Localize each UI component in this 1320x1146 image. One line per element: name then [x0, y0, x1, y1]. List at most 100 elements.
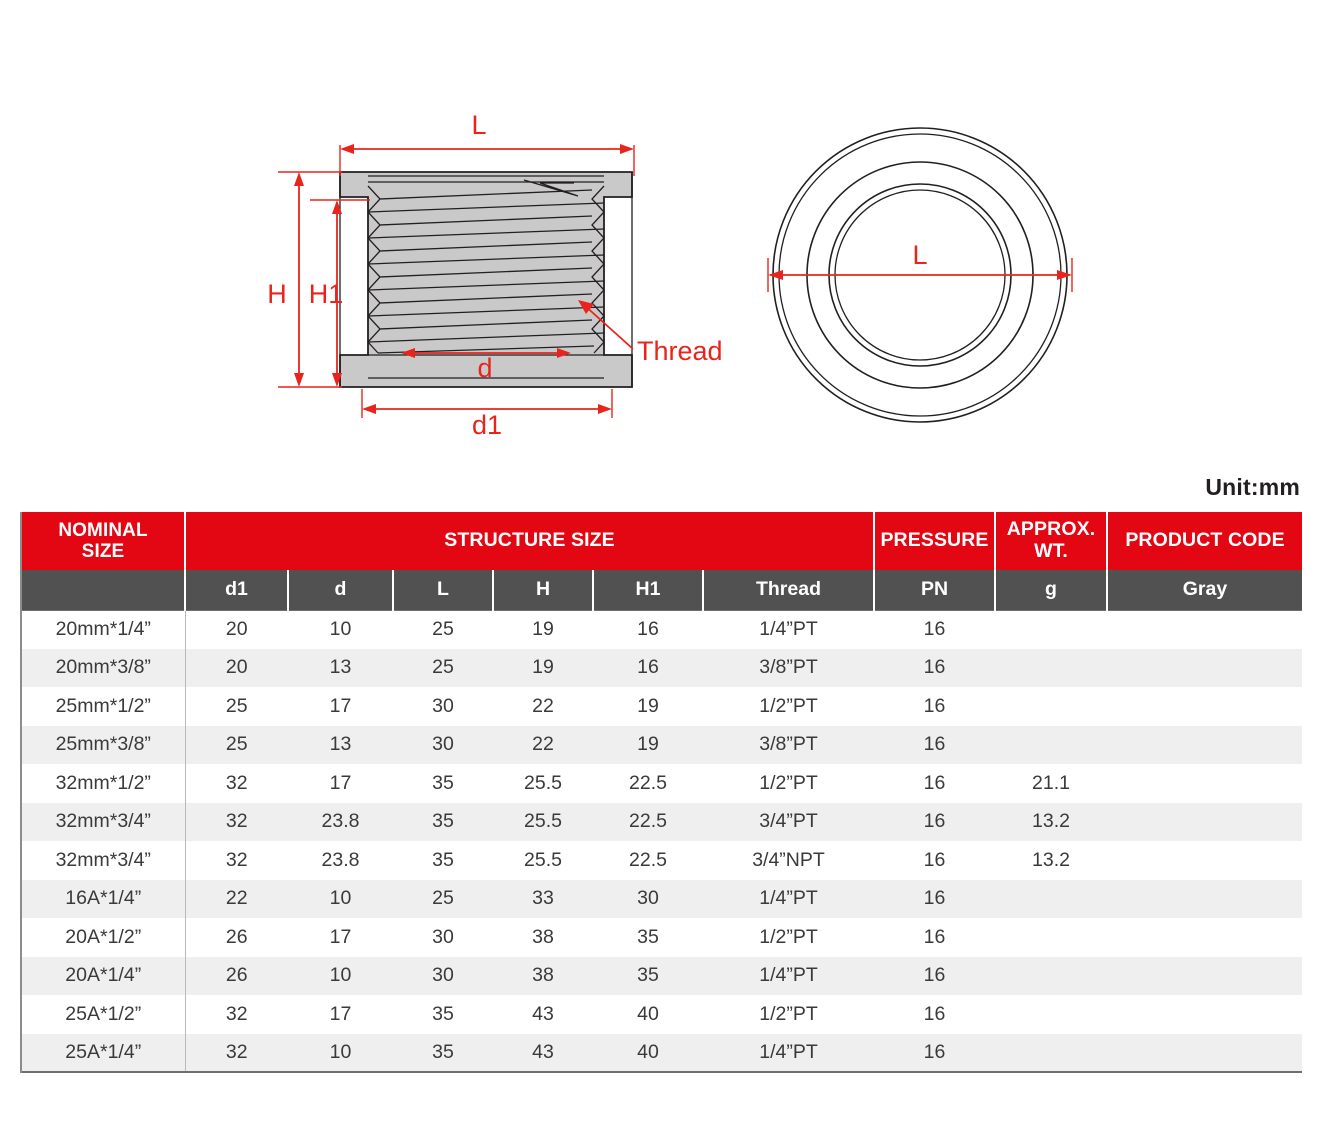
- cell-d: 23.8: [321, 810, 360, 833]
- cell-product-code: [1107, 609, 1302, 649]
- dimension-label-H1: H1: [309, 279, 344, 309]
- cell-d1: 32: [225, 771, 248, 794]
- cell-H: 25.5: [524, 771, 562, 794]
- subheader-g: g: [995, 570, 1108, 610]
- cell-thread: 3/4”PT: [759, 810, 818, 833]
- subheader-pn: PN: [874, 570, 996, 610]
- dimension-label-L-front: L: [912, 240, 927, 270]
- table-row: 25mm*3/8” 25 13 30 22 19 3/8”PT 16: [22, 725, 1302, 765]
- cell-H1: 35: [637, 925, 659, 948]
- cell-d: 17: [329, 1002, 352, 1025]
- cell-nominal-size: 20A*1/4”: [22, 956, 186, 995]
- cell-d: 10: [288, 609, 393, 649]
- cell-d: 13: [329, 656, 352, 679]
- cell-g: [995, 1033, 1107, 1073]
- cell-g: 13.2: [1032, 810, 1070, 833]
- table-row: 32mm*3/4” 32 23.8 35 25.5 22.5 3/4”NPT 16 13.2: [22, 841, 1302, 880]
- cell-product-code: [1107, 957, 1302, 996]
- cell-thread: 3/4”NPT: [752, 848, 825, 871]
- table-row: 20A*1/4” 26 10 30 38 35 1/4”PT 16: [22, 956, 1302, 996]
- cell-d1: 22: [225, 887, 248, 910]
- header-nominal-size-line2: SIZE: [81, 541, 125, 562]
- cell-H: 19: [532, 656, 554, 679]
- cell-pn: 16: [923, 1002, 946, 1025]
- cell-thread: 1/4”PT: [759, 964, 818, 987]
- cell-d1: 32: [225, 848, 248, 871]
- cell-nominal-size: 32mm*3/4”: [22, 802, 186, 841]
- cell-pn: 16: [923, 848, 946, 871]
- section-view: L H H1 d d1 Thread: [267, 110, 722, 440]
- cell-pn: 16: [923, 656, 946, 679]
- subheader-thread: Thread: [703, 570, 875, 610]
- cell-g: [995, 726, 1107, 765]
- cell-pn: 16: [923, 733, 946, 756]
- cell-thread: 3/8”PT: [759, 733, 818, 756]
- cell-L: 30: [432, 694, 454, 717]
- cell-d: 10: [329, 887, 352, 910]
- cell-thread: 1/2”PT: [759, 1002, 818, 1025]
- cell-d: 13: [329, 733, 352, 756]
- cell-d1: 20: [185, 609, 288, 649]
- cell-product-code: [1107, 841, 1302, 880]
- cell-g: [995, 687, 1107, 726]
- cell-pn: 16: [923, 925, 946, 948]
- cell-g: [995, 880, 1107, 919]
- cell-g: [995, 918, 1107, 957]
- cell-L: 30: [432, 925, 454, 948]
- cell-H: 38: [532, 964, 554, 987]
- cell-product-code: [1107, 880, 1302, 919]
- cell-g: [995, 995, 1107, 1034]
- cell-nominal-size: 20A*1/2”: [22, 918, 186, 957]
- subheader-gray: Gray: [1107, 570, 1302, 610]
- cell-H1: 40: [593, 1033, 703, 1073]
- subheader-d1: d1: [185, 570, 289, 610]
- drawing-svg: L H H1 d d1 Thread L: [267, 110, 1073, 440]
- cell-L: 35: [432, 810, 454, 833]
- cell-nominal-size: 32mm*3/4”: [22, 841, 186, 880]
- header-pressure: PRESSURE: [874, 512, 996, 570]
- cell-product-code: [1107, 803, 1302, 842]
- cell-H: 22: [532, 694, 554, 717]
- dimension-label-d: d: [477, 353, 492, 383]
- thread-callout-label: Thread: [637, 336, 723, 366]
- cell-product-code: [1107, 995, 1302, 1034]
- cell-L: 25: [393, 609, 493, 649]
- cell-L: 25: [432, 656, 454, 679]
- cell-H1: 35: [637, 964, 659, 987]
- dimension-label-d1: d1: [472, 410, 502, 440]
- table-subheader-row: d1 d L H H1 Thread PN g Gray: [22, 570, 1302, 610]
- cell-pn: 16: [923, 810, 946, 833]
- cell-L: 25: [432, 887, 454, 910]
- table-row: 25A*1/2” 32 17 35 43 40 1/2”PT 16: [22, 995, 1302, 1034]
- cell-thread: 3/8”PT: [759, 656, 818, 679]
- table-header-group-row: NOMINAL SIZE STRUCTURE SIZE PRESSURE APP…: [22, 512, 1302, 570]
- dimension-label-L: L: [471, 110, 486, 140]
- cell-thread: 1/2”PT: [759, 925, 818, 948]
- cell-d1: 26: [225, 964, 248, 987]
- cell-H1: 19: [637, 694, 659, 717]
- cell-thread: 1/2”PT: [759, 694, 818, 717]
- cell-H: 22: [532, 733, 554, 756]
- dimension-L-front: L: [767, 240, 1073, 292]
- cell-g: 13.2: [1032, 848, 1070, 871]
- cell-nominal-size: 32mm*1/2”: [22, 764, 186, 803]
- cell-d1: 25: [225, 733, 248, 756]
- cell-H: 38: [532, 925, 554, 948]
- cell-pn: 16: [874, 609, 995, 649]
- cell-d1: 32: [225, 810, 248, 833]
- cell-L: 35: [432, 848, 454, 871]
- cell-product-code: [1107, 649, 1302, 688]
- cell-d1: 26: [225, 925, 248, 948]
- header-approx-wt: APPROX. WT.: [995, 512, 1108, 570]
- cell-H: 33: [532, 887, 554, 910]
- cell-nominal-size: 16A*1/4”: [22, 879, 186, 918]
- table-body: 20mm*1/4” 20 10 25 19 16 1/4”PT 16 20mm*3/8” 20 13…: [22, 609, 1302, 1073]
- cell-H1: 22.5: [629, 810, 667, 833]
- table-row: 32mm*3/4” 32 23.8 35 25.5 22.5 3/4”PT 16 13.2: [22, 802, 1302, 842]
- table-row: 20mm*1/4” 20 10 25 19 16 1/4”PT 16: [22, 609, 1302, 649]
- cell-d1: 32: [225, 1002, 248, 1025]
- table-row: 25mm*1/2” 25 17 30 22 19 1/2”PT 16: [22, 687, 1302, 726]
- cell-d: 17: [329, 771, 352, 794]
- specification-table: NOMINAL SIZE STRUCTURE SIZE PRESSURE APP…: [22, 512, 1302, 1073]
- cell-thread: 1/2”PT: [759, 771, 818, 794]
